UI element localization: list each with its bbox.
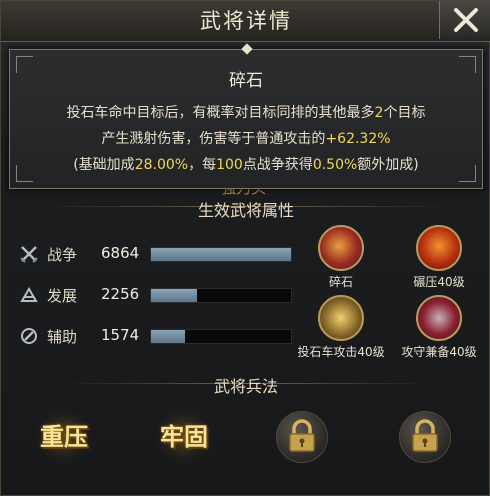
window-title: 武将详情: [200, 9, 292, 33]
locked-tactic-slot[interactable]: [276, 411, 328, 463]
skill-tooltip: 碎石 投石车命中目标后，有概率对目标同排的其他最多2个目标 产生溅射伤害，伤害等…: [9, 43, 483, 189]
tooltip-line-1: 投石车命中目标后，有概率对目标同排的其他最多2个目标: [10, 102, 482, 122]
text: 投石车命中目标后，有概率对目标同排的其他最多: [66, 105, 375, 121]
stat-row-support: 辅助 1574: [19, 324, 294, 348]
highlight-number: 100: [216, 157, 243, 173]
offense-defense-icon[interactable]: [416, 295, 462, 341]
skill-label: 碾压40级: [413, 275, 465, 289]
close-button[interactable]: [439, 1, 490, 39]
highlight-number: 0.50%: [312, 157, 358, 173]
tactic-slot-sturdy[interactable]: 牢固: [151, 403, 217, 469]
crush-icon[interactable]: [416, 225, 462, 271]
pointer-diamond: [241, 43, 253, 55]
title-bar: 武将详情: [1, 1, 490, 42]
tactic-slot-heavy-pressure[interactable]: 重压: [31, 403, 97, 469]
development-icon: [20, 287, 38, 302]
tactic-label: 牢固: [160, 423, 208, 451]
stat-label: 战争: [47, 246, 78, 264]
tactic-label: 重压: [40, 423, 88, 451]
skill-label: 攻守兼备40级: [401, 345, 477, 359]
text: ，每: [188, 157, 217, 173]
padlock-icon: [412, 419, 438, 452]
text: 额外加成): [357, 157, 419, 173]
attributes-title: 生效武将属性: [197, 201, 294, 220]
stat-bar-fill: [151, 330, 185, 343]
text: (基础加成: [73, 157, 135, 173]
tooltip-line-2: 产生溅射伤害，伤害等于普通攻击的+62.32%: [10, 128, 482, 148]
stat-bar: [150, 329, 292, 344]
skill-label: 碎石: [328, 275, 353, 289]
text: 点战争获得: [242, 157, 313, 173]
text: 个目标: [383, 105, 426, 121]
stat-row-development: 发展 2256: [19, 283, 294, 307]
tooltip-line-3: (基础加成28.00%，每100点战争获得0.50%额外加成): [10, 154, 482, 174]
padlock-icon: [289, 419, 315, 452]
text: 产生溅射伤害，伤害等于普通攻击的: [101, 131, 326, 147]
stat-label: 发展: [47, 287, 78, 305]
tactics-title: 武将兵法: [213, 377, 278, 396]
catapult-attack-icon[interactable]: [318, 295, 364, 341]
locked-tactic-slot[interactable]: [399, 411, 451, 463]
tooltip-skill-name: 碎石: [229, 71, 263, 91]
stat-label: 辅助: [47, 328, 78, 346]
stat-row-war: 战争 6864: [19, 242, 294, 266]
stat-bar: [150, 247, 292, 262]
stat-value: 6864: [101, 244, 140, 262]
stat-bar-fill: [151, 248, 291, 261]
skill-label: 投石车攻击40级: [297, 345, 385, 359]
general-details-panel: 武将详情 强力头 碎石 投石车命中目标后，有概率对目标同排的其他最多2个目标 产…: [0, 0, 490, 496]
crossed-swords-icon: [20, 246, 38, 263]
shattered-stone-icon[interactable]: [318, 225, 364, 271]
highlight-number: 28.00%: [134, 157, 189, 173]
close-icon: [454, 8, 478, 32]
stat-bar-fill: [151, 289, 198, 302]
stat-value: 1574: [101, 326, 140, 344]
highlight-number: +62.32%: [325, 131, 391, 147]
support-icon: [21, 328, 37, 344]
stat-bar: [150, 288, 292, 303]
stat-value: 2256: [101, 285, 140, 303]
